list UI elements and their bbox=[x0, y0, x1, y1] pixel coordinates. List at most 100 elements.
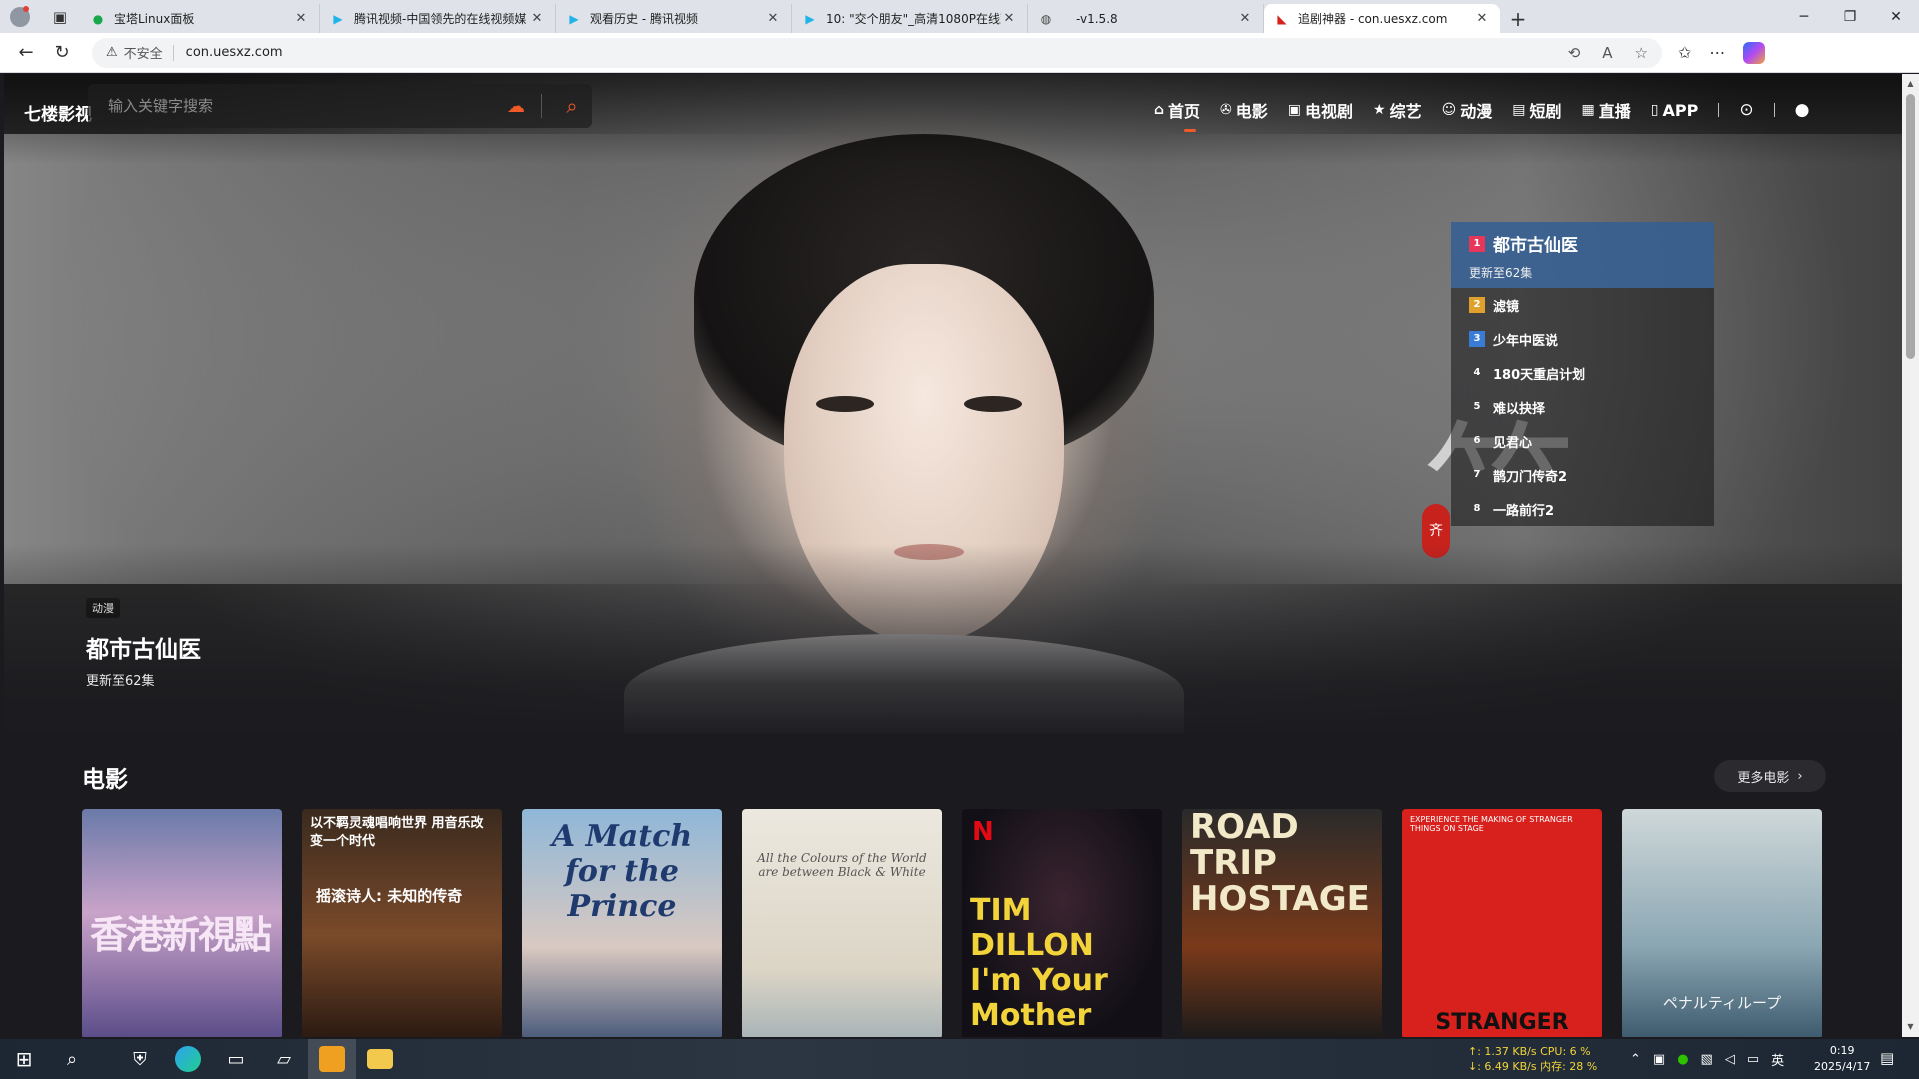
scrollbar-thumb[interactable] bbox=[1906, 94, 1915, 359]
nav-item-app[interactable]: ▯ APP bbox=[1651, 101, 1699, 120]
tray-photo-icon[interactable]: ▧ bbox=[1701, 1052, 1713, 1067]
ranking-item[interactable]: 3 少年中医说 bbox=[1451, 322, 1714, 356]
more-label: 更多电影 bbox=[1737, 770, 1790, 786]
nav-item-home[interactable]: ⌂ 首页 bbox=[1154, 98, 1200, 132]
chevron-up-icon[interactable]: ⌃ bbox=[1630, 1052, 1641, 1067]
scroll-down-icon[interactable]: ▼ bbox=[1902, 1019, 1919, 1035]
nav-label: 直播 bbox=[1598, 102, 1631, 121]
search-input[interactable] bbox=[108, 97, 501, 115]
movie-poster[interactable]: 以不羁灵魂唱响世界 用音乐改变一个时代 摇滚诗人: 未知的传奇 bbox=[302, 809, 502, 1037]
new-tab-button[interactable]: + bbox=[1500, 4, 1536, 33]
user-icon[interactable]: ● bbox=[1795, 100, 1810, 120]
ranking-item[interactable]: 6 见君心 bbox=[1451, 424, 1714, 458]
close-icon[interactable]: ✕ bbox=[1474, 11, 1490, 26]
url-text[interactable]: con.uesxz.com bbox=[186, 45, 1568, 60]
tab-title: 10: "交个朋友"_高清1080P在线观 bbox=[826, 12, 1001, 26]
browser-tab-active[interactable]: ◣ 追剧神器 - con.uesxz.com ✕ bbox=[1264, 4, 1500, 33]
movie-poster[interactable]: ペナルティループ bbox=[1622, 809, 1822, 1037]
security-shield-icon[interactable]: ⛨ bbox=[116, 1039, 164, 1079]
back-arrow-icon[interactable]: ← bbox=[8, 37, 44, 69]
restore-icon[interactable]: ❐ bbox=[1827, 0, 1873, 33]
page-scrollbar[interactable]: ▲ ▼ bbox=[1902, 74, 1919, 1037]
translate-icon[interactable]: ⟲ bbox=[1568, 44, 1581, 62]
notepad-icon[interactable]: ▱ bbox=[260, 1039, 308, 1079]
movie-poster[interactable]: All the Colours of the World are between… bbox=[742, 809, 942, 1037]
favorites-icon[interactable]: ✩ bbox=[1678, 43, 1691, 62]
poster-title: STRANGER bbox=[1435, 1010, 1569, 1035]
volume-icon[interactable]: ◁ bbox=[1725, 1052, 1735, 1067]
browser-tab[interactable]: ▶ 腾讯视频-中国领先的在线视频媒 ✕ bbox=[320, 4, 556, 33]
movie-poster[interactable]: A Match for the Prince bbox=[522, 809, 722, 1037]
minimize-icon[interactable]: ─ bbox=[1781, 0, 1827, 33]
nav-item-anime[interactable]: ☺ 动漫 bbox=[1442, 98, 1493, 122]
browser-tab[interactable]: ● 宝塔Linux面板 ✕ bbox=[80, 4, 320, 33]
network-icon[interactable]: ▭ bbox=[1747, 1052, 1759, 1067]
qq-penguin-icon[interactable] bbox=[308, 1039, 356, 1079]
more-menu-icon[interactable]: ⋯ bbox=[1709, 43, 1725, 62]
file-explorer-icon[interactable] bbox=[356, 1039, 404, 1079]
search-icon[interactable]: ⌕ bbox=[48, 1039, 96, 1079]
poster-title: All the Colours of the World are between… bbox=[757, 851, 927, 879]
ranking-item[interactable]: 5 难以抉择 bbox=[1451, 390, 1714, 424]
wechat-icon[interactable]: ● bbox=[1677, 1052, 1688, 1067]
close-icon[interactable]: ✕ bbox=[1001, 11, 1017, 26]
reload-icon[interactable]: ↻ bbox=[44, 37, 80, 69]
search-icon[interactable]: ⌕ bbox=[552, 94, 592, 118]
profile-button[interactable] bbox=[0, 0, 40, 33]
nav-item-movies[interactable]: ✇ 电影 bbox=[1220, 98, 1268, 122]
nav-label: 短剧 bbox=[1529, 102, 1562, 121]
history-play-icon[interactable]: ⊙ bbox=[1739, 100, 1753, 120]
browser-tab[interactable]: ◍ -v1.5.8 ✕ bbox=[1028, 4, 1264, 33]
poster-tagline: EXPERIENCE THE MAKING OF STRANGER THINGS… bbox=[1410, 815, 1573, 833]
notification-center-icon[interactable]: ▤ bbox=[1880, 1049, 1894, 1067]
nav-label: 电视剧 bbox=[1305, 102, 1354, 121]
movie-poster[interactable]: EXPERIENCE THE MAKING OF STRANGER THINGS… bbox=[1402, 809, 1602, 1037]
scroll-up-icon[interactable]: ▲ bbox=[1902, 76, 1919, 92]
window-close-icon[interactable]: ✕ bbox=[1873, 0, 1919, 33]
close-icon[interactable]: ✕ bbox=[293, 11, 309, 26]
ranking-item[interactable]: 8 一路前行2 bbox=[1451, 492, 1714, 526]
ranking-title: 难以抉择 bbox=[1493, 401, 1546, 417]
browser-tab[interactable]: ▶ 观看历史 - 腾讯视频 ✕ bbox=[556, 4, 792, 33]
address-bar[interactable]: ⚠ 不安全 con.uesxz.com ⟲ A ☆ bbox=[92, 37, 1662, 68]
close-icon[interactable]: ✕ bbox=[1237, 11, 1253, 26]
remote-desktop-icon[interactable]: ▭ bbox=[212, 1039, 260, 1079]
windows-start-icon[interactable]: ⊞ bbox=[0, 1039, 48, 1079]
read-aloud-icon[interactable]: A bbox=[1602, 44, 1612, 62]
hero-title[interactable]: 都市古仙医 bbox=[86, 630, 201, 664]
security-label[interactable]: 不安全 bbox=[124, 43, 163, 62]
nav-item-live[interactable]: ▦ 直播 bbox=[1582, 98, 1631, 122]
mem-usage: 内存: 28 % bbox=[1540, 1060, 1598, 1073]
close-icon[interactable]: ✕ bbox=[765, 11, 781, 26]
ranking-item[interactable]: 2 滤镜 bbox=[1451, 288, 1714, 322]
hero-caption: 动漫 都市古仙医 更新至62集 bbox=[86, 597, 201, 689]
edge-browser-icon[interactable] bbox=[164, 1039, 212, 1079]
browser-tab[interactable]: ▶ 10: "交个朋友"_高清1080P在线观 ✕ bbox=[792, 4, 1028, 33]
more-movies-button[interactable]: 更多电影 › bbox=[1714, 760, 1826, 792]
copilot-icon[interactable] bbox=[1743, 41, 1766, 64]
nav-item-short-drama[interactable]: ▤ 短剧 bbox=[1512, 98, 1561, 122]
tray-app-icon[interactable]: ▣ bbox=[1653, 1052, 1665, 1067]
ranking-title: 一路前行2 bbox=[1493, 503, 1555, 519]
ime-indicator[interactable]: 英 bbox=[1771, 1050, 1784, 1069]
ranking-subtitle: 更新至62集 bbox=[1469, 266, 1533, 280]
search-bar: ☁ ⌕ bbox=[88, 84, 592, 128]
movie-poster[interactable]: 香港新視點 bbox=[82, 809, 282, 1037]
site-logo[interactable]: 七楼影视 bbox=[24, 100, 92, 125]
tab-actions-icon[interactable]: ▣ bbox=[40, 0, 80, 33]
favorite-star-icon[interactable]: ☆ bbox=[1635, 44, 1648, 62]
clock-time: 0:19 bbox=[1829, 1044, 1855, 1057]
hot-search-icon[interactable]: ☁ bbox=[501, 96, 531, 117]
nav-item-variety[interactable]: ★ 综艺 bbox=[1373, 98, 1422, 122]
ranking-item[interactable]: 7 鹊刀门传奇2 bbox=[1451, 458, 1714, 492]
ranking-title: 鹊刀门传奇2 bbox=[1493, 469, 1568, 485]
ranking-item[interactable]: 4 180天重启计划 bbox=[1451, 356, 1714, 390]
nav-item-tv[interactable]: ▣ 电视剧 bbox=[1288, 98, 1353, 122]
taskbar-clock[interactable]: 0:19 2025/4/17 bbox=[1814, 1043, 1870, 1075]
ranking-item[interactable]: 1 都市古仙医 更新至62集 bbox=[1451, 222, 1714, 288]
hero-bottom-fade bbox=[4, 544, 1902, 734]
close-icon[interactable]: ✕ bbox=[529, 11, 545, 26]
movie-poster[interactable]: ROAD TRIP HOSTAGE bbox=[1182, 809, 1382, 1037]
movie-poster[interactable]: N TIM DILLON I'm Your Mother bbox=[962, 809, 1162, 1037]
address-toolbar: ← ↻ ⚠ 不安全 con.uesxz.com ⟲ A ☆ ✩ ⋯ bbox=[0, 33, 1919, 73]
